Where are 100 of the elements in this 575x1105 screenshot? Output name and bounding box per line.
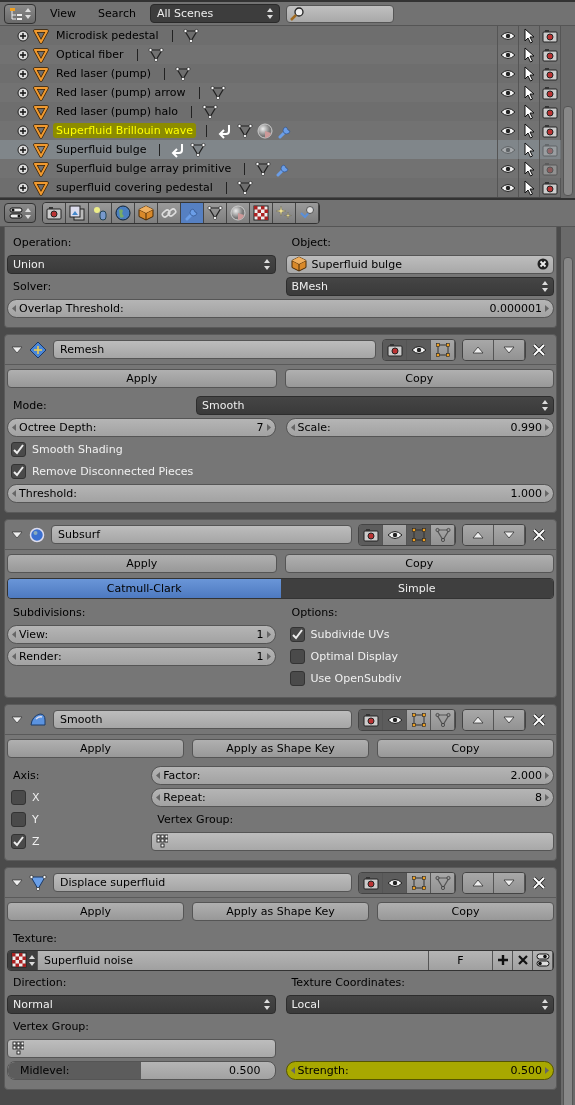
move-down-button[interactable] [494, 339, 525, 360]
checkbox-label[interactable]: Smooth Shading [32, 442, 123, 456]
action-button[interactable]: Apply [7, 369, 277, 388]
outliner-row[interactable]: Superfluid bulge [0, 140, 561, 159]
modifier-name-field[interactable]: Smooth [53, 710, 352, 729]
scrollbar-thumb[interactable] [563, 257, 573, 1105]
checkbox[interactable] [11, 441, 26, 457]
object-field[interactable]: Superfluid bulge [285, 254, 554, 274]
toggle-button[interactable] [431, 339, 455, 360]
object-name[interactable]: Superfluid bulge [53, 142, 150, 157]
texture-browse-button[interactable] [8, 950, 38, 970]
number-field[interactable]: View: 1 [7, 624, 276, 644]
outliner-row[interactable]: Red laser (pump) [0, 64, 561, 83]
scrollbar[interactable] [561, 227, 575, 1105]
properties-tab[interactable] [89, 203, 112, 223]
slider[interactable]: Midlevel: 0.500 [7, 1060, 276, 1080]
object-name[interactable]: Red laser (pump) arrow [53, 85, 189, 100]
unlink-button[interactable] [513, 950, 533, 970]
object-name[interactable]: Microdisk pedestal [53, 28, 162, 43]
checkbox-label[interactable]: Subdivide UVs [310, 627, 390, 641]
action-button[interactable]: Copy [377, 739, 554, 758]
dropdown[interactable]: Local [285, 994, 554, 1014]
toggle-button[interactable] [383, 524, 407, 545]
checkbox-label[interactable]: Remove Disconnected Pieces [32, 464, 194, 478]
move-down-button[interactable] [494, 872, 525, 893]
checkbox-label[interactable]: X [32, 790, 40, 804]
toggle-button[interactable] [407, 339, 431, 360]
number-field[interactable]: Render: 1 [7, 646, 276, 666]
object-name[interactable]: Superfluid bulge array primitive [53, 161, 235, 176]
outliner-row[interactable]: Red laser (pump) halo [0, 102, 561, 121]
action-button[interactable]: Apply as Shape Key [192, 739, 369, 758]
editor-type-button[interactable] [4, 3, 36, 24]
menu-item[interactable]: View [42, 7, 85, 20]
scrollbar-thumb[interactable] [563, 106, 573, 196]
toggle-button[interactable] [407, 524, 431, 545]
properties-tab[interactable] [181, 203, 204, 223]
toggle-button[interactable] [383, 709, 407, 730]
vertex-group-field[interactable] [7, 1038, 276, 1058]
editor-type-button[interactable] [4, 203, 36, 223]
number-field[interactable]: Octree Depth: 7 [7, 417, 276, 437]
toggle-button[interactable] [359, 524, 383, 545]
toggle-button[interactable] [407, 872, 431, 893]
outliner-row[interactable]: superfluid covering pedestal [0, 178, 561, 197]
checkbox[interactable] [11, 463, 26, 479]
toggle-button[interactable] [407, 709, 431, 730]
properties-tab[interactable] [66, 203, 89, 223]
outliner-row[interactable]: Red laser (pump) arrow [0, 83, 561, 102]
move-up-button[interactable] [463, 524, 494, 545]
scene-dropdown[interactable]: All Scenes [149, 4, 280, 23]
properties-tab[interactable] [250, 203, 273, 223]
checkbox[interactable] [11, 789, 26, 805]
action-button[interactable]: Apply [7, 902, 184, 921]
number-field[interactable]: Scale: 0.990 [285, 417, 554, 437]
action-button[interactable]: Copy [377, 902, 554, 921]
modifier-name-field[interactable]: Displace superfluid [53, 873, 352, 892]
toggle-button[interactable] [383, 339, 407, 360]
checkbox[interactable] [289, 626, 305, 642]
checkbox-label[interactable]: Optimal Display [310, 649, 399, 663]
dropdown[interactable]: Smooth [196, 395, 554, 415]
toggle-button[interactable] [431, 709, 455, 730]
object-name[interactable]: Red laser (pump) [53, 66, 154, 81]
dropdown[interactable]: Normal [7, 994, 276, 1014]
number-field[interactable]: Overlap Threshold: 0.000001 [7, 298, 554, 318]
checkbox-label[interactable]: Z [32, 834, 40, 848]
checkbox[interactable] [11, 833, 26, 849]
outliner-row[interactable]: Superfluid bulge array primitive [0, 159, 561, 178]
menu-item[interactable]: Search [90, 7, 144, 20]
move-up-button[interactable] [463, 339, 494, 360]
outliner-row[interactable]: Microdisk pedestal [0, 26, 561, 45]
properties-tab[interactable] [158, 203, 181, 223]
properties-tab[interactable] [273, 203, 296, 223]
toggle-button[interactable] [359, 709, 383, 730]
properties-tab[interactable] [112, 203, 135, 223]
dropdown[interactable]: BMesh [285, 276, 554, 296]
number-field[interactable]: Strength: 0.500 [285, 1060, 554, 1080]
object-name[interactable]: Optical fiber [53, 47, 127, 62]
fake-user-button[interactable]: F [429, 950, 493, 970]
modifier-name-field[interactable]: Remesh [53, 340, 376, 359]
object-name[interactable]: superfluid covering pedestal [53, 180, 216, 195]
checkbox-label[interactable]: Use OpenSubdiv [310, 671, 402, 685]
segment-button[interactable]: Simple [280, 579, 553, 598]
scrollbar[interactable] [561, 26, 575, 198]
properties-tab[interactable] [227, 203, 250, 223]
move-up-button[interactable] [463, 709, 494, 730]
move-down-button[interactable] [494, 524, 525, 545]
object-name[interactable]: Red laser (pump) halo [53, 104, 181, 119]
toggle-button[interactable] [431, 872, 455, 893]
texture-name-field[interactable]: Superfluid noise [38, 950, 429, 970]
checkbox[interactable] [289, 670, 305, 686]
options-button[interactable] [533, 950, 553, 970]
properties-tab[interactable] [204, 203, 227, 223]
outliner-row[interactable]: Optical fiber [0, 45, 561, 64]
checkbox-label[interactable]: Y [32, 812, 39, 826]
action-button[interactable]: Apply [7, 739, 184, 758]
action-button[interactable]: Apply as Shape Key [192, 902, 369, 921]
segment-button[interactable]: Catmull-Clark [8, 579, 281, 598]
properties-tab[interactable] [296, 203, 319, 223]
number-field[interactable]: Factor: 2.000 [151, 765, 554, 785]
toggle-button[interactable] [431, 524, 455, 545]
checkbox[interactable] [11, 811, 26, 827]
